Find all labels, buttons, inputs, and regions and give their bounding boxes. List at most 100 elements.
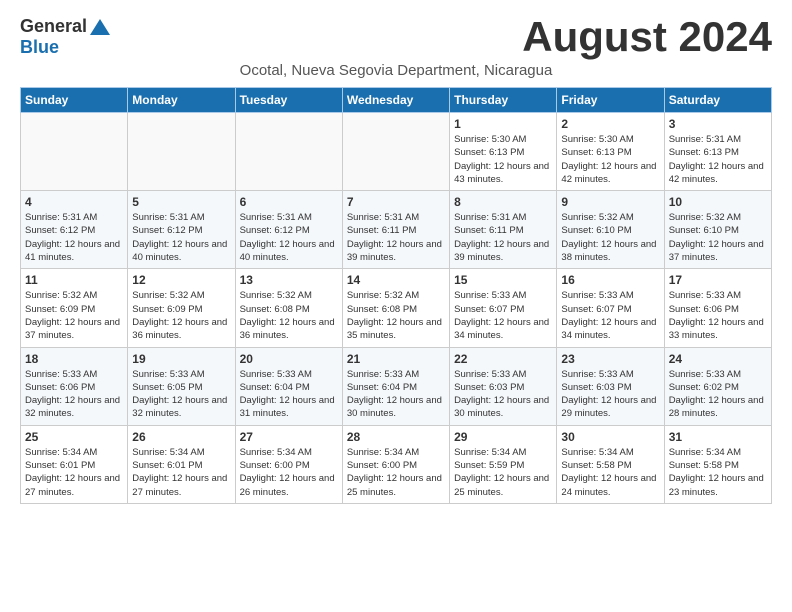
logo: General Blue [20,16,111,58]
day-info: Sunrise: 5:32 AM Sunset: 6:08 PM Dayligh… [240,289,338,342]
table-row: 6 Sunrise: 5:31 AM Sunset: 6:12 PM Daylig… [235,191,342,269]
day-info: Sunrise: 5:33 AM Sunset: 6:06 PM Dayligh… [25,368,123,421]
calendar-table: Sunday Monday Tuesday Wednesday Thursday… [20,87,772,504]
day-info: Sunrise: 5:34 AM Sunset: 5:58 PM Dayligh… [561,446,659,499]
header-tuesday: Tuesday [235,88,342,113]
day-info: Sunrise: 5:33 AM Sunset: 6:07 PM Dayligh… [561,289,659,342]
day-number: 20 [240,352,338,366]
month-title: August 2024 [522,16,772,58]
table-row: 26 Sunrise: 5:34 AM Sunset: 6:01 PM Dayli… [128,425,235,503]
header-wednesday: Wednesday [342,88,449,113]
calendar-week-row: 11 Sunrise: 5:32 AM Sunset: 6:09 PM Dayli… [21,269,772,347]
day-number: 14 [347,273,445,287]
header-monday: Monday [128,88,235,113]
day-number: 4 [25,195,123,209]
table-row: 9Sunrise: 5:32 AM Sunset: 6:10 PM Daylig… [557,191,664,269]
day-number: 17 [669,273,767,287]
day-number: 30 [561,430,659,444]
day-info: Sunrise: 5:33 AM Sunset: 6:03 PM Dayligh… [454,368,552,421]
day-number: 29 [454,430,552,444]
day-info: Sunrise: 5:34 AM Sunset: 5:59 PM Dayligh… [454,446,552,499]
day-number: 9 [561,195,659,209]
day-number: 6 [240,195,338,209]
day-number: 27 [240,430,338,444]
weekday-header-row: Sunday Monday Tuesday Wednesday Thursday… [21,88,772,113]
header-thursday: Thursday [450,88,557,113]
day-info: Sunrise: 5:33 AM Sunset: 6:04 PM Dayligh… [240,368,338,421]
day-info: Sunrise: 5:33 AM Sunset: 6:03 PM Dayligh… [561,368,659,421]
day-info: Sunrise: 5:33 AM Sunset: 6:06 PM Dayligh… [669,289,767,342]
table-row [235,113,342,191]
table-row: 8 Sunrise: 5:31 AM Sunset: 6:11 PM Daylig… [450,191,557,269]
table-row: 15 Sunrise: 5:33 AM Sunset: 6:07 PM Dayli… [450,269,557,347]
day-info: Sunrise: 5:31 AM Sunset: 6:11 PM Dayligh… [347,211,445,264]
logo-icon [89,18,111,36]
calendar-week-row: 4 Sunrise: 5:31 AM Sunset: 6:12 PM Daylig… [21,191,772,269]
day-info: Sunrise: 5:31 AM Sunset: 6:13 PM Dayligh… [669,133,767,186]
day-info: Sunrise: 5:31 AM Sunset: 6:12 PM Dayligh… [25,211,123,264]
table-row: 21 Sunrise: 5:33 AM Sunset: 6:04 PM Dayli… [342,347,449,425]
table-row: 7 Sunrise: 5:31 AM Sunset: 6:11 PM Daylig… [342,191,449,269]
day-number: 26 [132,430,230,444]
day-info: Sunrise: 5:32 AM Sunset: 6:08 PM Dayligh… [347,289,445,342]
table-row: 16Sunrise: 5:33 AM Sunset: 6:07 PM Dayli… [557,269,664,347]
day-number: 2 [561,117,659,131]
table-row: 4 Sunrise: 5:31 AM Sunset: 6:12 PM Daylig… [21,191,128,269]
calendar-week-row: 18 Sunrise: 5:33 AM Sunset: 6:06 PM Dayli… [21,347,772,425]
day-number: 8 [454,195,552,209]
day-number: 12 [132,273,230,287]
table-row: 14 Sunrise: 5:32 AM Sunset: 6:08 PM Dayli… [342,269,449,347]
day-info: Sunrise: 5:34 AM Sunset: 6:00 PM Dayligh… [347,446,445,499]
table-row: 28 Sunrise: 5:34 AM Sunset: 6:00 PM Dayli… [342,425,449,503]
day-number: 5 [132,195,230,209]
day-info: Sunrise: 5:33 AM Sunset: 6:07 PM Dayligh… [454,289,552,342]
table-row: 25Sunrise: 5:34 AM Sunset: 6:01 PM Dayli… [21,425,128,503]
day-number: 21 [347,352,445,366]
day-number: 22 [454,352,552,366]
table-row: 13 Sunrise: 5:32 AM Sunset: 6:08 PM Dayli… [235,269,342,347]
day-number: 28 [347,430,445,444]
calendar-body: 1Sunrise: 5:30 AM Sunset: 6:13 PM Daylig… [21,113,772,504]
header: General Blue August 2024 [20,16,772,58]
day-number: 10 [669,195,767,209]
day-number: 18 [25,352,123,366]
day-number: 24 [669,352,767,366]
table-row: 10 Sunrise: 5:32 AM Sunset: 6:10 PM Dayli… [664,191,771,269]
day-number: 23 [561,352,659,366]
subtitle: Ocotal, Nueva Segovia Department, Nicara… [20,62,772,79]
day-info: Sunrise: 5:30 AM Sunset: 6:13 PM Dayligh… [561,133,659,186]
day-info: Sunrise: 5:31 AM Sunset: 6:11 PM Dayligh… [454,211,552,264]
day-info: Sunrise: 5:31 AM Sunset: 6:12 PM Dayligh… [240,211,338,264]
table-row [342,113,449,191]
table-row: 19Sunrise: 5:33 AM Sunset: 6:05 PM Dayli… [128,347,235,425]
table-row: 11Sunrise: 5:32 AM Sunset: 6:09 PM Dayli… [21,269,128,347]
day-info: Sunrise: 5:32 AM Sunset: 6:10 PM Dayligh… [669,211,767,264]
day-info: Sunrise: 5:34 AM Sunset: 6:01 PM Dayligh… [132,446,230,499]
day-number: 11 [25,273,123,287]
header-saturday: Saturday [664,88,771,113]
table-row: 24 Sunrise: 5:33 AM Sunset: 6:02 PM Dayli… [664,347,771,425]
table-row [21,113,128,191]
day-info: Sunrise: 5:34 AM Sunset: 5:58 PM Dayligh… [669,446,767,499]
calendar-week-row: 25Sunrise: 5:34 AM Sunset: 6:01 PM Dayli… [21,425,772,503]
day-number: 15 [454,273,552,287]
day-info: Sunrise: 5:34 AM Sunset: 6:00 PM Dayligh… [240,446,338,499]
day-info: Sunrise: 5:33 AM Sunset: 6:04 PM Dayligh… [347,368,445,421]
table-row: 5Sunrise: 5:31 AM Sunset: 6:12 PM Daylig… [128,191,235,269]
day-info: Sunrise: 5:32 AM Sunset: 6:09 PM Dayligh… [132,289,230,342]
table-row: 18 Sunrise: 5:33 AM Sunset: 6:06 PM Dayli… [21,347,128,425]
day-info: Sunrise: 5:33 AM Sunset: 6:02 PM Dayligh… [669,368,767,421]
table-row: 27 Sunrise: 5:34 AM Sunset: 6:00 PM Dayli… [235,425,342,503]
table-row: 22 Sunrise: 5:33 AM Sunset: 6:03 PM Dayli… [450,347,557,425]
table-row [128,113,235,191]
calendar-container: General Blue August 2024 Ocotal, Nueva S… [0,0,792,520]
table-row: 2 Sunrise: 5:30 AM Sunset: 6:13 PM Daylig… [557,113,664,191]
day-info: Sunrise: 5:34 AM Sunset: 6:01 PM Dayligh… [25,446,123,499]
day-number: 7 [347,195,445,209]
day-number: 19 [132,352,230,366]
header-sunday: Sunday [21,88,128,113]
table-row: 1Sunrise: 5:30 AM Sunset: 6:13 PM Daylig… [450,113,557,191]
day-info: Sunrise: 5:30 AM Sunset: 6:13 PM Dayligh… [454,133,552,186]
table-row: 3Sunrise: 5:31 AM Sunset: 6:13 PM Daylig… [664,113,771,191]
day-number: 13 [240,273,338,287]
